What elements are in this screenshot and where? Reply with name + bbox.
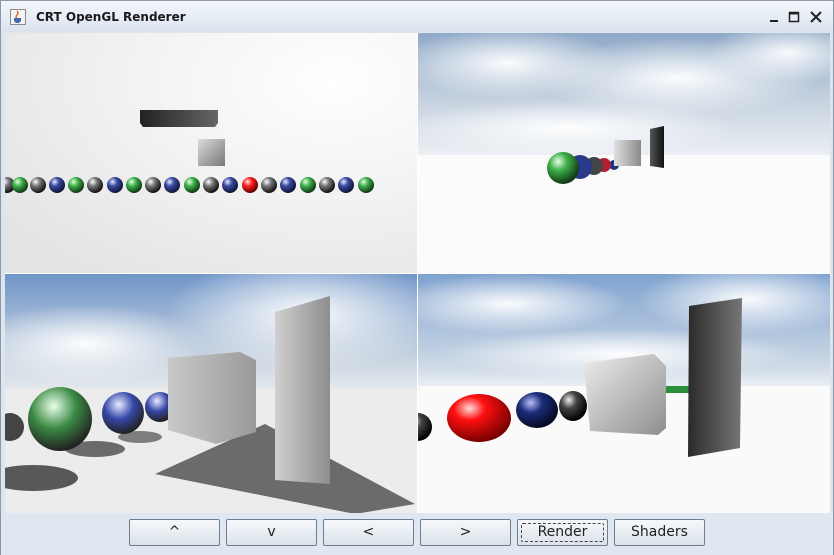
cube-object: [168, 352, 256, 444]
close-icon[interactable]: [808, 9, 824, 25]
perspective-near-view[interactable]: [418, 274, 830, 514]
java-cup-icon: [10, 9, 26, 25]
red-ball: [447, 394, 511, 442]
panel-object: [650, 126, 664, 168]
perspective-far-view[interactable]: [418, 33, 830, 273]
window-title: CRT OpenGL Renderer: [36, 10, 186, 24]
panel-object: [275, 296, 330, 484]
up-button[interactable]: ^: [129, 519, 220, 546]
maximize-icon[interactable]: [786, 9, 802, 25]
app-window: CRT OpenGL Renderer ^ v < > Render Shade…: [0, 0, 834, 555]
title-bar[interactable]: CRT OpenGL Renderer: [1, 1, 833, 32]
cube-object: [584, 354, 666, 435]
bar-object: [140, 110, 218, 127]
perspective-blurred-view[interactable]: [5, 274, 417, 514]
panel-object: [688, 298, 742, 457]
blue-ball: [516, 392, 558, 428]
render-label: Render: [537, 524, 588, 540]
minimize-icon[interactable]: [766, 9, 782, 25]
control-bar: ^ v < > Render Shaders: [1, 513, 833, 555]
right-button[interactable]: >: [420, 519, 511, 546]
shaders-button[interactable]: Shaders: [614, 519, 705, 546]
down-button[interactable]: v: [226, 519, 317, 546]
blue-ball: [102, 392, 144, 434]
render-button[interactable]: Render: [517, 519, 608, 546]
cube-object: [198, 139, 225, 166]
left-button[interactable]: <: [323, 519, 414, 546]
green-ball: [28, 387, 92, 451]
render-viewports: [5, 33, 830, 513]
top-orthographic-view[interactable]: [5, 33, 417, 273]
cube-object: [614, 140, 641, 166]
